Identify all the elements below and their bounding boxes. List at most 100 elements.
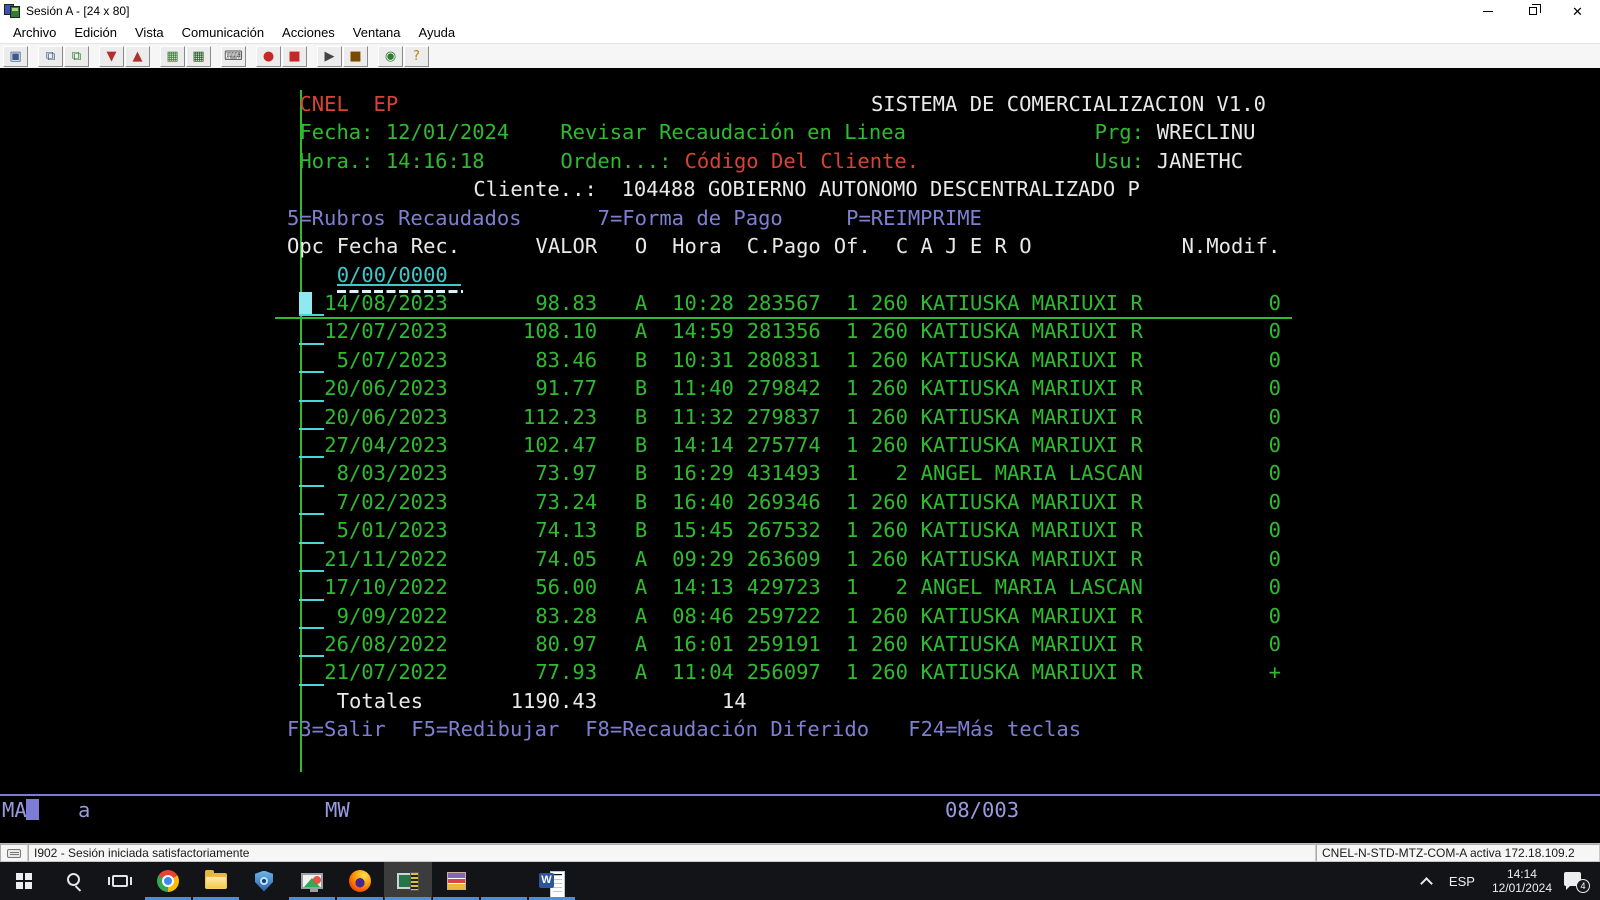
- taskbar-app-photos[interactable]: [288, 862, 336, 900]
- close-button[interactable]: ✕: [1555, 0, 1600, 22]
- rule-line-vertical: [300, 90, 302, 772]
- opc-input-field[interactable]: [299, 456, 324, 458]
- oia-cursor-position: 08/003: [945, 798, 1019, 822]
- menu-item-archivo[interactable]: Archivo: [4, 23, 65, 42]
- opc-input-field[interactable]: [299, 627, 324, 629]
- taskbar-app-pcomm[interactable]: [384, 862, 432, 900]
- tray-expand-button[interactable]: [1413, 862, 1440, 900]
- cell-valor: 98.83: [511, 291, 597, 315]
- stop-macro-icon: ■: [349, 50, 361, 63]
- terminal-text: C A J E R O: [896, 234, 1032, 258]
- menu-item-ayuda[interactable]: Ayuda: [410, 23, 465, 42]
- taskbar-app-chrome[interactable]: [144, 862, 192, 900]
- help-icon: ?: [413, 50, 420, 63]
- display-sessions-icon: ▦: [192, 50, 204, 63]
- stop-macro-button[interactable]: ■: [343, 46, 368, 67]
- minimize-button[interactable]: [1465, 0, 1510, 22]
- taskbar-app-lightbulb[interactable]: [480, 862, 528, 900]
- taskbar-app-firefox[interactable]: [336, 862, 384, 900]
- print-screen-button[interactable]: ▣: [3, 46, 28, 67]
- cell-hora: 15:45: [672, 518, 734, 542]
- cell-date: 21/07/2022: [324, 660, 447, 684]
- receive-file-button[interactable]: ▼: [99, 46, 124, 67]
- taskbar-app-explorer[interactable]: [192, 862, 240, 900]
- terminal-text: Fecha: 12/01/2024: [299, 120, 509, 144]
- record-macro-button[interactable]: ●: [256, 46, 281, 67]
- cell-date: 17/10/2022: [324, 575, 447, 599]
- globe-icon: ◉: [385, 50, 396, 63]
- connection-status: CNEL-N-STD-MTZ-COM-A activa 172.18.109.2: [1316, 844, 1600, 862]
- globe-button[interactable]: ◉: [378, 46, 403, 67]
- cell-of: 1: [834, 660, 859, 684]
- cell-o: B: [635, 461, 647, 485]
- opc-input-field[interactable]: [299, 343, 324, 345]
- menu-item-comunicacion[interactable]: Comunicación: [173, 23, 273, 42]
- send-file-button[interactable]: ▲: [125, 46, 150, 67]
- terminal-text: Código Del Cliente.: [685, 149, 920, 173]
- display-sessions-button[interactable]: ▦: [186, 46, 211, 67]
- cell-cajero: KATIUSKA MARIUXI R: [921, 518, 1143, 542]
- cell-valor: 108.10: [511, 319, 597, 343]
- status-message: I902 - Sesión iniciada satisfactoriament…: [28, 844, 1316, 862]
- menu-item-ventana[interactable]: Ventana: [344, 23, 410, 42]
- status-bar: I902 - Sesión iniciada satisfactoriament…: [0, 843, 1600, 862]
- taskbar-app-winrar[interactable]: [432, 862, 480, 900]
- opc-input-field[interactable]: [299, 371, 324, 373]
- cell-cajero: KATIUSKA MARIUXI R: [921, 604, 1143, 628]
- cell-valor: 83.46: [511, 348, 597, 372]
- cell-c_pago: 269346: [747, 490, 821, 514]
- cell-cajero: KATIUSKA MARIUXI R: [921, 490, 1143, 514]
- start-button[interactable]: [0, 862, 48, 900]
- notification-button[interactable]: 4: [1564, 872, 1586, 890]
- cell-of: 1: [834, 376, 859, 400]
- cell-c_pago: 256097: [747, 660, 821, 684]
- menu-item-vista[interactable]: Vista: [126, 23, 173, 42]
- stop-record-icon: ■: [288, 50, 300, 63]
- clock[interactable]: 14:14 12/01/2024: [1484, 867, 1560, 895]
- taskbar-app-shield[interactable]: [240, 862, 288, 900]
- opc-input-field[interactable]: [299, 599, 324, 601]
- language-indicator[interactable]: ESP: [1440, 862, 1484, 900]
- opc-input-field[interactable]: [299, 400, 324, 402]
- cell-valor: 73.97: [511, 461, 597, 485]
- opc-input-field[interactable]: [299, 684, 324, 686]
- menu-item-acciones[interactable]: Acciones: [273, 23, 344, 42]
- pcomm-icon: [397, 872, 419, 890]
- opc-input-field[interactable]: [299, 570, 324, 572]
- search-button[interactable]: [48, 862, 96, 900]
- terminal-screen[interactable]: MA a MW 08/003 CNEL EPSISTEMA DE COMERCI…: [0, 68, 1600, 843]
- stop-record-button[interactable]: ■: [282, 46, 307, 67]
- cell-n_modif: 0: [1269, 604, 1281, 628]
- cell-date: 20/06/2023: [324, 376, 447, 400]
- keyboard-setup-button[interactable]: ⌨: [221, 46, 246, 67]
- restore-button[interactable]: [1510, 0, 1555, 22]
- opc-input-field[interactable]: [299, 314, 324, 316]
- chevron-up-icon: [1420, 877, 1433, 890]
- display-setup-button[interactable]: ▦: [160, 46, 185, 67]
- cell-c_pago: 280831: [747, 348, 821, 372]
- terminal-text: Hora.: 14:16:18: [299, 149, 484, 173]
- opc-input-field[interactable]: [299, 485, 324, 487]
- cell-caja: 2: [871, 575, 908, 599]
- menu-item-edicion[interactable]: Edición: [65, 23, 126, 42]
- cell-n_modif: 0: [1269, 376, 1281, 400]
- play-macro-button[interactable]: ▶: [317, 46, 342, 67]
- terminal-text: 5=Rubros Recaudados: [287, 206, 522, 230]
- clock-date: 12/01/2024: [1492, 881, 1552, 895]
- cell-o: B: [635, 348, 647, 372]
- cell-date: 9/09/2022: [324, 604, 447, 628]
- paste-icon: ⧉: [72, 50, 81, 63]
- paste-button[interactable]: ⧉: [64, 46, 89, 67]
- opc-input-field[interactable]: [299, 428, 324, 430]
- cell-valor: 74.13: [511, 518, 597, 542]
- opc-input-field[interactable]: [299, 542, 324, 544]
- help-button[interactable]: ?: [404, 46, 429, 67]
- taskbar-app-word[interactable]: [528, 862, 576, 900]
- terminal-text: JANETHC: [1157, 149, 1243, 173]
- taskview-button[interactable]: [96, 862, 144, 900]
- title-bar[interactable]: Sesión A - [24 x 80] ✕: [0, 0, 1600, 22]
- cell-n_modif: 0: [1269, 632, 1281, 656]
- opc-input-field[interactable]: [299, 655, 324, 657]
- opc-input-field[interactable]: [299, 513, 324, 515]
- copy-button[interactable]: ⧉: [38, 46, 63, 67]
